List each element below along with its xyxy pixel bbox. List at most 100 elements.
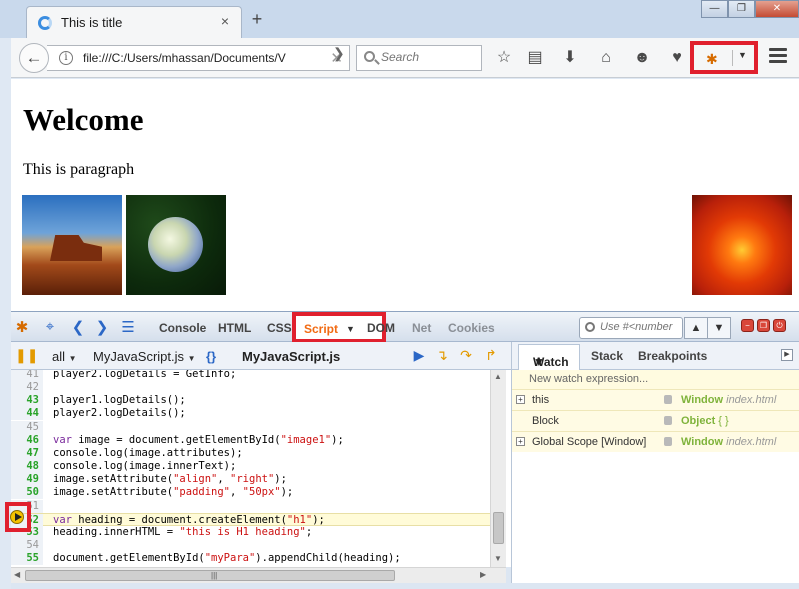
forward-arrow-icon[interactable]: ❯ [333,45,349,62]
tab-net[interactable]: Net [412,321,431,335]
chevron-down-icon[interactable]: ▼ [738,50,747,60]
tab-dom[interactable]: DOM [367,321,395,335]
tab-html[interactable]: HTML [218,321,251,335]
watch-value[interactable]: Window index.html [681,436,776,448]
hamburger-menu-icon[interactable] [769,48,787,66]
download-icon[interactable]: ⬇ [559,47,581,69]
url-text[interactable]: file:///C:/Users/mhassan/Documents/V [83,51,291,65]
more-tabs-icon[interactable]: ▶ [781,349,793,361]
source-code-view[interactable]: 41 player2.logDetails = GetInfo; 42 43 playe… [11,370,511,567]
line-number[interactable]: 43 [11,394,43,408]
source-line[interactable]: 48 console.log(image.innerText); [11,460,491,474]
web-page-content: Welcome This is paragraph [11,79,799,311]
detach-firebug-icon[interactable]: ❐ [757,319,770,332]
tab-breakpoints[interactable]: Breakpoints [638,349,707,363]
source-line[interactable]: 53 heading.innerHTML = "this is H1 headin… [11,525,491,539]
line-number[interactable]: 46 [11,433,43,447]
tab-watch[interactable]: Watch ▼ [518,344,580,371]
source-line[interactable]: 45 [11,420,491,434]
maximize-button[interactable]: ❐ [728,0,755,18]
watch-row[interactable]: Block Object { } [512,410,799,431]
search-input[interactable] [381,50,477,64]
source-line[interactable]: 43 player1.logDetails(); [11,394,491,408]
file-selector[interactable]: MyJavaScript.js ▼ [93,349,196,364]
chat-icon[interactable]: ☻ [631,47,653,69]
info-icon[interactable]: i [59,51,73,65]
inspect-element-icon[interactable]: ⌖ [41,318,59,335]
new-tab-button[interactable]: + [248,10,266,28]
firebug-bug-icon[interactable]: ✱ [13,318,31,336]
scroll-right-icon[interactable]: ▶ [480,570,486,579]
watch-value[interactable]: Window index.html [681,394,776,406]
firebug-search-box[interactable] [579,317,683,339]
source-line[interactable]: 49 image.setAttribute("align", "right"); [11,473,491,487]
tab-cookies[interactable]: Cookies [448,321,495,335]
line-number[interactable]: 45 [11,420,43,434]
line-number[interactable]: 42 [11,381,43,395]
step-into-icon[interactable]: ↴ [434,347,450,363]
line-number[interactable]: 49 [11,473,43,487]
back-button[interactable]: ← [19,43,49,73]
tab-close-icon[interactable]: × [217,13,233,29]
line-number[interactable]: 48 [11,460,43,474]
step-out-icon[interactable]: ↱ [483,347,499,363]
minimize-button[interactable]: — [701,0,728,18]
resume-icon[interactable]: ▶ [411,347,427,363]
tab-stack[interactable]: Stack [591,349,623,363]
bookmark-star-icon[interactable]: ☆ [493,47,515,69]
url-bar[interactable]: i file:///C:/Users/mhassan/Documents/V ✕ [47,45,350,71]
firebug-toolbar-button[interactable]: ✱ ▼ [690,41,758,74]
script-filter-select[interactable]: all ▼ [52,349,77,364]
source-line[interactable]: 42 [11,381,491,395]
watch-value-type: Object [681,415,716,427]
line-number[interactable]: 54 [11,538,43,552]
source-line[interactable]: 55 document.getElementById("myPara").appe… [11,552,491,566]
source-line[interactable]: 50 image.setAttribute("padding", "50px"); [11,486,491,500]
search-next-button[interactable]: ▲ [684,317,708,339]
tab-console[interactable]: Console [159,321,206,335]
step-over-icon[interactable]: ↷ [458,347,474,363]
back-arrow-icon[interactable]: ❮ [69,318,87,336]
watch-row[interactable]: + Global Scope [Window] Window index.htm… [512,431,799,452]
source-line[interactable]: 41 player2.logDetails = GetInfo; [11,370,491,381]
pause-icon[interactable]: ❚❚ [15,347,38,363]
pocket-icon[interactable]: ♥ [666,47,688,69]
watch-value[interactable]: Object { } [681,415,729,427]
firebug-search-input[interactable] [600,321,682,333]
line-number[interactable]: 41 [11,370,43,381]
line-number[interactable]: 44 [11,407,43,421]
pretty-print-button[interactable]: {} [206,349,216,364]
close-window-button[interactable]: ✕ [755,0,799,18]
scroll-down-icon[interactable]: ▼ [494,554,502,563]
scroll-left-icon[interactable]: ◀ [14,570,20,579]
search-bar[interactable] [356,45,482,71]
horizontal-scrollbar[interactable]: ◀ ||| ▶ [11,567,506,583]
close-firebug-icon[interactable]: ⏻ [773,319,786,332]
source-line[interactable]: 46 var image = document.getElementById("i… [11,433,491,447]
source-line[interactable]: 52 var heading = document.createElement("… [11,512,491,527]
line-number[interactable]: 50 [11,486,43,500]
reading-list-icon[interactable]: ▤ [524,47,546,69]
watch-row[interactable]: + this Window index.html [512,389,799,410]
tab-css[interactable]: CSS [267,321,292,335]
home-icon[interactable]: ⌂ [595,47,617,69]
browser-tab[interactable]: This is title × [26,6,242,38]
source-line[interactable]: 47 console.log(image.attributes); [11,446,491,460]
source-line[interactable]: 51 [11,499,491,513]
scroll-thumb[interactable] [493,512,504,544]
chevron-down-icon[interactable]: ▼ [346,324,355,334]
new-watch-expression[interactable]: New watch expression... [512,370,799,389]
source-line[interactable]: 54 [11,538,491,552]
source-line[interactable]: 44 player2.logDetails(); [11,407,491,421]
line-number[interactable]: 55 [11,552,43,566]
line-number[interactable]: 47 [11,446,43,460]
expand-icon[interactable]: + [516,395,525,404]
expand-icon[interactable]: + [516,437,525,446]
search-prev-button[interactable]: ▼ [707,317,731,339]
scroll-up-icon[interactable]: ▲ [494,372,502,381]
command-line-icon[interactable]: ☰ [119,318,137,336]
forward-arrow-icon[interactable]: ❯ [93,318,111,336]
minimize-firebug-icon[interactable]: − [741,319,754,332]
vertical-scrollbar[interactable]: ▲ ▼ [490,370,506,567]
scroll-thumb[interactable]: ||| [25,570,395,581]
